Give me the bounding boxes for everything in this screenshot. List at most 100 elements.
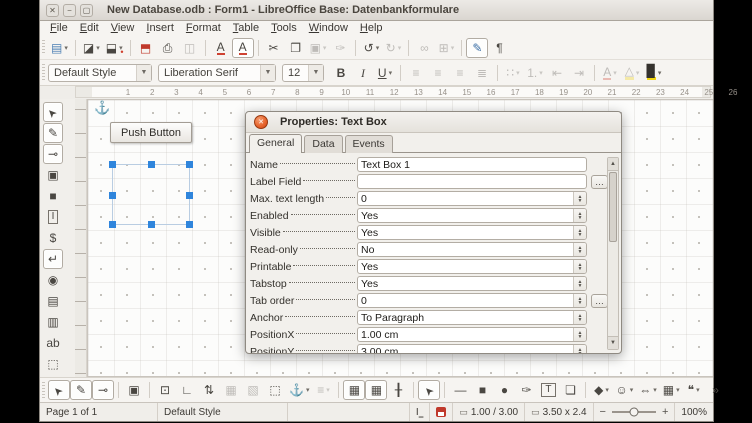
selection-handle-s[interactable] bbox=[148, 221, 155, 228]
formatting-marks[interactable]: ¶▾ bbox=[488, 38, 510, 58]
increase-indent[interactable]: ⇥▾ bbox=[568, 63, 590, 83]
menu-item[interactable]: Format bbox=[180, 21, 227, 36]
property-field[interactable]: Yes ▲▼ bbox=[357, 259, 587, 274]
combo-arrow-icon[interactable]: ▼ bbox=[308, 65, 323, 81]
selection-handle-ne[interactable] bbox=[186, 161, 193, 168]
undo[interactable]: ↺▾ bbox=[360, 38, 382, 58]
align-right[interactable]: ≡▾ bbox=[449, 63, 471, 83]
dropdown-arrow-icon[interactable]: ▾ bbox=[119, 44, 123, 52]
align[interactable]: ≡▾ bbox=[312, 380, 334, 400]
dropdown-arrow-icon[interactable]: ▾ bbox=[696, 386, 700, 394]
dropdown-arrow-icon[interactable]: ▾ bbox=[658, 69, 662, 77]
form-navigator[interactable]: ▧▾ bbox=[242, 380, 264, 400]
spinner-buttons[interactable]: ▲▼ bbox=[573, 226, 586, 239]
dropdown-arrow-icon[interactable]: ▾ bbox=[389, 69, 393, 77]
ellipsis-button[interactable]: … bbox=[591, 175, 608, 189]
menu-item[interactable]: Edit bbox=[74, 21, 105, 36]
selection-handle-sw[interactable] bbox=[109, 221, 116, 228]
property-field[interactable]: ▲▼ bbox=[357, 174, 587, 189]
spelling[interactable]: A▾ bbox=[210, 38, 232, 58]
property-field[interactable]: No ▲▼ bbox=[357, 242, 587, 257]
flowchart[interactable]: ▦▾ bbox=[660, 380, 683, 400]
selection-handle-nw[interactable] bbox=[109, 161, 116, 168]
property-value[interactable]: 0 bbox=[358, 193, 573, 205]
font-size-combo[interactable]: 12 ▼ bbox=[282, 64, 324, 82]
dropdown-arrow-icon[interactable]: ▾ bbox=[676, 386, 680, 394]
dropdown-arrow-icon[interactable]: ▾ bbox=[516, 69, 520, 77]
export-pdf[interactable]: ⬒▾ bbox=[135, 38, 157, 58]
property-value[interactable]: No bbox=[358, 244, 573, 256]
spinner-buttons[interactable]: ▲▼ bbox=[573, 243, 586, 256]
scroll-up-button[interactable]: ▲ bbox=[608, 158, 618, 171]
spinner-buttons[interactable]: ▲▼ bbox=[573, 294, 586, 307]
menu-item[interactable]: File bbox=[44, 21, 74, 36]
spinner-buttons[interactable]: ▲▼ bbox=[573, 345, 586, 353]
ellipse[interactable]: ●▾ bbox=[493, 380, 515, 400]
dialog-close-button[interactable]: ✕ bbox=[254, 115, 268, 129]
horizontal-ruler[interactable]: 1234567891011121314151617181920212223242… bbox=[75, 86, 711, 98]
tab-data[interactable]: Data bbox=[304, 135, 342, 153]
cut[interactable]: ✂▾ bbox=[263, 38, 285, 58]
rectangle[interactable]: ■▾ bbox=[471, 380, 493, 400]
helplines-while-moving[interactable]: ╂▾ bbox=[387, 380, 409, 400]
design-mode[interactable]: ✎▾ bbox=[70, 380, 92, 400]
list-box[interactable]: ▤▾ bbox=[43, 291, 63, 311]
print-preview[interactable]: ◫▾ bbox=[179, 38, 201, 58]
bold[interactable]: B▾ bbox=[330, 63, 352, 83]
property-field[interactable]: Yes ▲▼ bbox=[357, 276, 587, 291]
property-value[interactable]: 0 bbox=[358, 295, 573, 307]
page-style-indicator[interactable]: Default Style bbox=[158, 403, 288, 421]
decrease-indent[interactable]: ⇤▾ bbox=[546, 63, 568, 83]
menu-item[interactable]: Insert bbox=[140, 21, 180, 36]
insert-table[interactable]: ⊞▾ bbox=[435, 38, 457, 58]
bullet-list[interactable]: ∷▾ bbox=[502, 63, 524, 83]
scrollbar-thumb[interactable] bbox=[609, 172, 617, 242]
document-modified-indicator[interactable] bbox=[430, 403, 453, 421]
open[interactable]: ◪▾ bbox=[80, 38, 103, 58]
open-in-design-mode[interactable]: ⬚▾ bbox=[264, 380, 286, 400]
redo[interactable]: ↻▾ bbox=[382, 38, 404, 58]
anchor[interactable]: ⚓▾ bbox=[286, 380, 312, 400]
insert-mode-indicator[interactable]: I▁ bbox=[410, 403, 430, 421]
option-button[interactable]: ◉▾ bbox=[43, 270, 63, 290]
activation-order[interactable]: ⇅▾ bbox=[198, 380, 220, 400]
add-field[interactable]: ▦▾ bbox=[220, 380, 242, 400]
combo-arrow-icon[interactable]: ▼ bbox=[260, 65, 275, 81]
font-color[interactable]: A▾ bbox=[599, 63, 621, 83]
close-button[interactable]: ✕ bbox=[46, 4, 59, 17]
spinner-buttons[interactable]: ▲▼ bbox=[573, 260, 586, 273]
copy[interactable]: ❐▾ bbox=[285, 38, 307, 58]
label-field[interactable]: ab▾ bbox=[43, 333, 63, 353]
dropdown-arrow-icon[interactable]: ▾ bbox=[630, 386, 634, 394]
property-value[interactable]: Yes bbox=[358, 261, 573, 273]
design-mode[interactable]: ✎▾ bbox=[466, 38, 488, 58]
control-properties[interactable]: ⊡▾ bbox=[154, 380, 176, 400]
form-canvas[interactable]: ⚓ Push Button ✕ Properties: Text Box bbox=[87, 99, 713, 377]
dropdown-arrow-icon[interactable]: ▾ bbox=[605, 386, 609, 394]
display-grid[interactable]: ▦▾ bbox=[343, 380, 365, 400]
property-field[interactable]: 1.00 cm ▲▼ bbox=[357, 327, 587, 342]
property-value[interactable]: Yes bbox=[358, 227, 573, 239]
currency-field[interactable]: $▾ bbox=[43, 228, 63, 248]
select[interactable]: ➤▾ bbox=[418, 380, 440, 400]
dropdown-arrow-icon[interactable]: ▾ bbox=[539, 69, 543, 77]
dialog-scrollbar[interactable]: ▲ ▼ bbox=[607, 157, 619, 350]
design-mode[interactable]: ✎▾ bbox=[43, 123, 63, 143]
property-field[interactable]: Yes ▲▼ bbox=[357, 225, 587, 240]
freeform-line[interactable]: ✑▾ bbox=[515, 380, 537, 400]
zoom-in-button[interactable]: + bbox=[662, 406, 668, 418]
property-field[interactable]: 0 ▲▼ bbox=[357, 293, 587, 308]
ellipsis-button[interactable]: … bbox=[591, 294, 608, 308]
minimize-button[interactable]: − bbox=[63, 4, 76, 17]
italic[interactable]: I▾ bbox=[352, 63, 374, 83]
property-value[interactable]: Text Box 1 bbox=[358, 159, 586, 171]
dropdown-arrow-icon[interactable]: ▾ bbox=[326, 386, 330, 394]
position-and-size[interactable]: ∟▾ bbox=[176, 380, 198, 400]
tab-events[interactable]: Events bbox=[345, 135, 393, 153]
insert-text-box[interactable]: T▾ bbox=[537, 380, 559, 400]
clone-formatting[interactable]: ✑▾ bbox=[329, 38, 351, 58]
snap-to-grid[interactable]: ▦▾ bbox=[365, 380, 387, 400]
formatted-field[interactable]: ↵▾ bbox=[43, 249, 63, 269]
form-design[interactable]: ▣▾ bbox=[123, 380, 145, 400]
menu-item[interactable]: Help bbox=[354, 21, 389, 36]
